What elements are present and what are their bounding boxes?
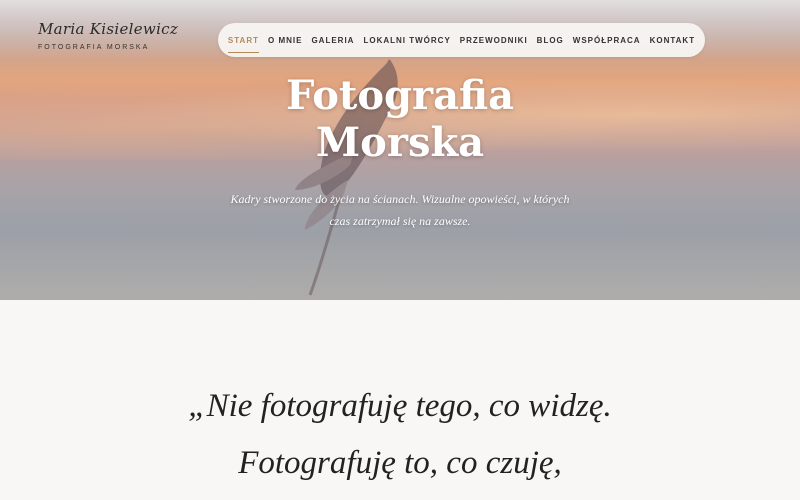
brand-logo[interactable]: Maria Kisielewicz FOTOGRAFIA MORSKA [38,20,178,51]
nav-item-przewodniki[interactable]: PRZEWODNIKI [460,32,528,49]
hero-section: Maria Kisielewicz FOTOGRAFIA MORSKA STAR… [0,0,800,300]
nav-item-lokalni-tworcy[interactable]: LOKALNI TWÓRCY [363,32,450,49]
hero-title-line2: Morska [315,119,485,166]
nav-item-start[interactable]: START [227,32,260,53]
quote-line-2: Fotografuję to, co czuję, [238,445,562,481]
nav-item-o-mnie[interactable]: O MNIE [268,32,302,49]
hero-title-line1: Fotografia [285,72,514,119]
brand-name: Maria Kisielewicz [38,20,179,38]
brand-tagline: FOTOGRAFIA MORSKA [38,44,150,51]
main-nav: START O MNIE GALERIA LOKALNI TWÓRCY PRZE… [218,23,705,57]
hero-title: Fotografia Morska [200,72,600,166]
nav-item-blog[interactable]: BLOG [537,32,564,49]
hero-subtitle: Kadry stworzone do życia na ścianach. Wi… [230,192,570,228]
nav-item-kontakt[interactable]: KONTAKT [650,32,696,49]
quote-section: „Nie fotografuję tego, co widzę. Fotogra… [100,378,700,492]
nav-item-wspolpraca[interactable]: WSPÓŁPRACA [573,32,641,49]
quote-line-1: „Nie fotografuję tego, co widzę. [188,388,612,424]
nav-item-galeria[interactable]: GALERIA [311,32,354,49]
